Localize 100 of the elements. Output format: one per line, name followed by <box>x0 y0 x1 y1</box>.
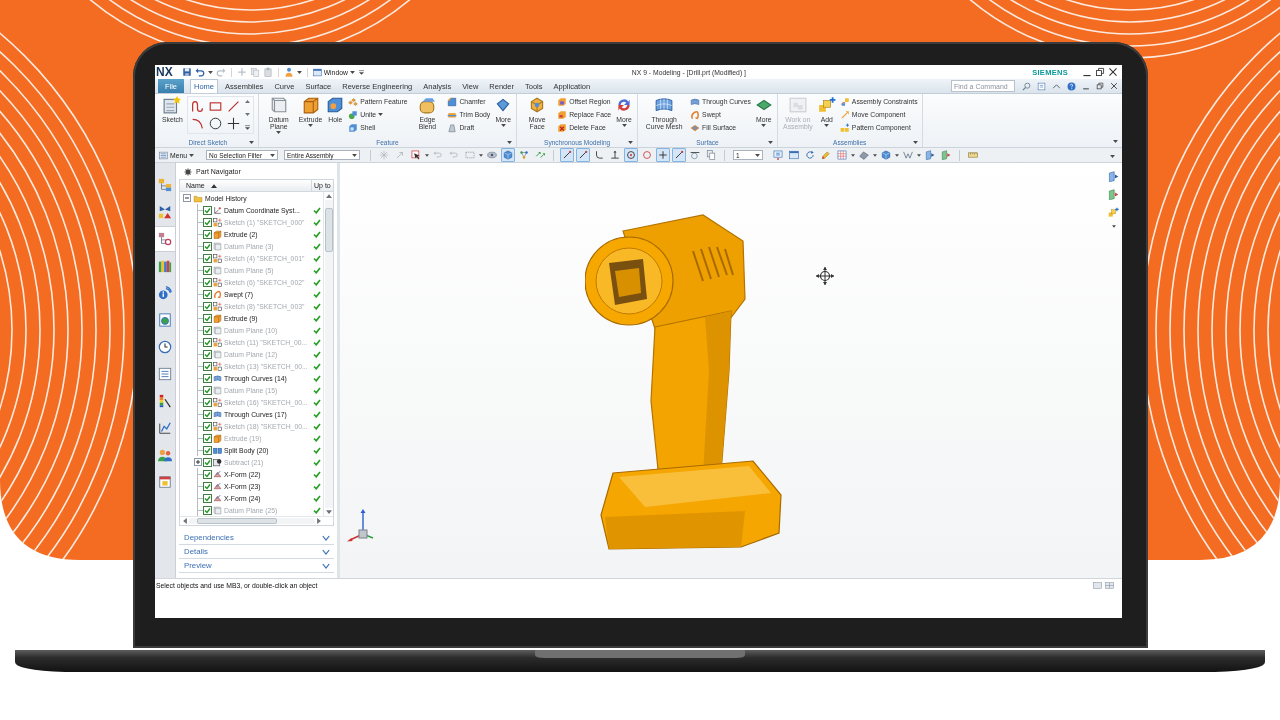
vertical-scrollbar[interactable] <box>324 200 333 508</box>
diamonds-icon <box>348 96 359 107</box>
line-icon[interactable] <box>576 148 590 162</box>
visibility-checkbox[interactable] <box>203 397 212 407</box>
search-icon[interactable] <box>1022 81 1031 91</box>
caret-icon[interactable] <box>917 153 921 157</box>
visibility-checkbox[interactable] <box>203 505 212 515</box>
arrow-up-icon[interactable] <box>325 194 332 198</box>
close-icon[interactable] <box>1110 82 1118 90</box>
undo-icon[interactable] <box>194 67 205 77</box>
visibility-checkbox[interactable] <box>203 445 212 455</box>
caret-icon[interactable] <box>207 70 213 74</box>
visibility-checkbox[interactable] <box>203 229 212 239</box>
squares-plus-icon[interactable] <box>1108 207 1119 218</box>
rotate-icon[interactable] <box>803 148 817 162</box>
clipboard-icon[interactable] <box>262 67 273 77</box>
rectangle-icon[interactable] <box>208 100 222 113</box>
scrollbar-thumb[interactable] <box>324 208 333 252</box>
visibility-checkbox[interactable] <box>203 421 212 431</box>
burst-icon[interactable] <box>184 167 192 176</box>
caret-icon[interactable] <box>873 153 877 157</box>
panel-arrow-icon[interactable] <box>923 148 937 162</box>
block-icon <box>213 229 222 239</box>
panel-arrow-icon[interactable] <box>1108 189 1119 200</box>
triangle-dots-icon[interactable] <box>517 148 531 162</box>
customize-caret-icon[interactable] <box>244 125 250 130</box>
circle-icon[interactable] <box>208 117 222 130</box>
squares-icon <box>213 277 222 287</box>
visibility-checkbox[interactable] <box>203 457 212 467</box>
curved-surface-icon <box>213 409 222 419</box>
wave-curve-icon[interactable] <box>190 100 204 113</box>
save-icon[interactable] <box>181 67 192 77</box>
circle-dot-icon[interactable] <box>624 148 638 162</box>
caret-icon[interactable] <box>912 140 918 144</box>
squares-icon <box>213 361 222 371</box>
close-icon[interactable] <box>1108 67 1118 77</box>
visibility-checkbox[interactable] <box>203 409 212 419</box>
visibility-checkbox[interactable] <box>203 313 212 323</box>
caret-icon[interactable] <box>767 140 773 144</box>
visibility-checkbox[interactable] <box>203 301 212 311</box>
window-icon <box>312 67 322 77</box>
scrollbar-thumb[interactable] <box>197 518 277 524</box>
caret-icon[interactable] <box>628 140 634 144</box>
caret-icon[interactable] <box>1110 155 1115 158</box>
visibility-checkbox[interactable] <box>203 277 212 287</box>
arrow-right-icon[interactable] <box>317 518 321 524</box>
horizontal-scrollbar[interactable] <box>189 518 315 524</box>
visibility-checkbox[interactable] <box>203 385 212 395</box>
visibility-checkbox[interactable] <box>203 205 212 215</box>
visibility-checkbox[interactable] <box>203 469 212 479</box>
line-icon[interactable] <box>672 148 686 162</box>
rounded-block-icon <box>418 96 437 114</box>
visibility-checkbox[interactable] <box>203 241 212 251</box>
line-icon[interactable] <box>560 148 574 162</box>
caret-icon[interactable] <box>1113 140 1118 143</box>
caret-icon[interactable] <box>507 140 513 144</box>
arrow-down-icon[interactable] <box>244 112 250 116</box>
caret-icon[interactable] <box>895 153 899 157</box>
visibility-checkbox[interactable] <box>203 493 212 503</box>
line-icon[interactable] <box>226 100 240 113</box>
window-icon[interactable] <box>787 148 801 162</box>
customize-caret-icon[interactable] <box>358 69 364 75</box>
arrow-left-icon[interactable] <box>183 518 187 524</box>
visibility-checkbox[interactable] <box>203 289 212 299</box>
visibility-checkbox[interactable] <box>203 217 212 227</box>
caret-icon <box>270 153 275 157</box>
panel-arrow-icon[interactable] <box>1108 171 1119 182</box>
visibility-checkbox[interactable] <box>203 373 212 383</box>
visibility-checkbox[interactable] <box>203 349 212 359</box>
block-icon <box>213 433 222 443</box>
arc-icon[interactable] <box>190 117 204 130</box>
cube-icon[interactable] <box>879 148 893 162</box>
tree-toggle[interactable] <box>194 458 202 466</box>
restore-icon[interactable] <box>1096 82 1104 90</box>
plus-icon[interactable] <box>226 117 240 130</box>
arrow-up-icon[interactable] <box>244 100 250 103</box>
tree-icon[interactable] <box>155 227 175 251</box>
tree-toggle[interactable] <box>183 194 191 202</box>
caret-icon[interactable] <box>1111 225 1116 228</box>
visibility-checkbox[interactable] <box>203 265 212 275</box>
visibility-checkbox[interactable] <box>203 253 212 263</box>
visibility-checkbox[interactable] <box>203 361 212 371</box>
caret-icon[interactable] <box>851 153 855 157</box>
restore-icon[interactable] <box>1095 67 1105 77</box>
caret-icon[interactable] <box>248 140 254 144</box>
visibility-checkbox[interactable] <box>203 433 212 443</box>
perpendicular-icon[interactable] <box>608 148 622 162</box>
chevron-up-icon[interactable] <box>1052 81 1061 91</box>
curl-icon <box>213 289 222 299</box>
caret-icon[interactable] <box>296 70 302 74</box>
help-icon[interactable] <box>1067 81 1076 91</box>
visibility-checkbox[interactable] <box>203 325 212 335</box>
caret-icon[interactable] <box>479 153 483 157</box>
visibility-checkbox[interactable] <box>203 337 212 347</box>
visibility-checkbox[interactable] <box>203 481 212 491</box>
caret-icon[interactable] <box>425 153 429 157</box>
squares-icon <box>213 421 222 431</box>
arrow-down-icon[interactable] <box>325 510 332 514</box>
list-box-icon[interactable] <box>1037 81 1046 91</box>
curved-surface-icon <box>213 373 222 383</box>
